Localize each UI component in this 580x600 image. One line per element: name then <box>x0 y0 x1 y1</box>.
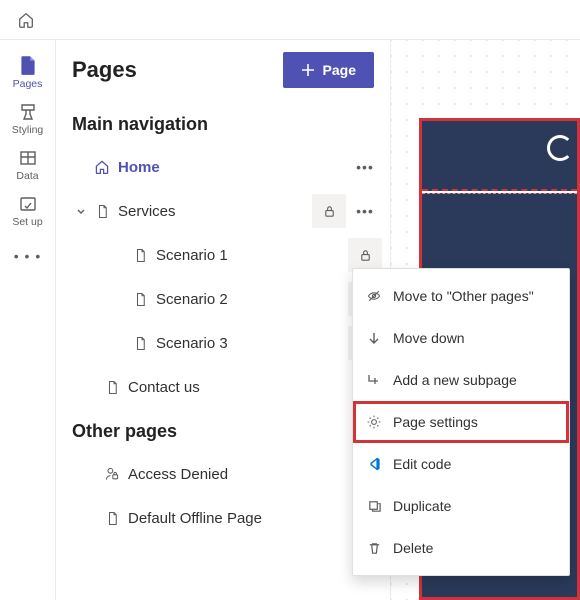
tree-item-label: Scenario 1 <box>152 247 348 264</box>
page-icon <box>90 204 114 219</box>
page-context-menu: Move to "Other pages" Move down Add a ne… <box>352 268 570 576</box>
left-rail: Pages Styling Data Set up • • • <box>0 40 56 600</box>
rail-item-label: Styling <box>12 124 44 136</box>
app-home-button[interactable] <box>12 6 40 34</box>
new-page-button-label: Page <box>323 62 356 78</box>
menu-item-label: Move to "Other pages" <box>393 288 534 304</box>
tree-item-label: Scenario 3 <box>152 335 348 352</box>
menu-item-label: Duplicate <box>393 498 451 514</box>
page-icon <box>128 248 152 263</box>
section-main-navigation: Main navigation <box>56 102 390 145</box>
menu-add-subpage[interactable]: Add a new subpage <box>353 359 569 401</box>
gear-icon <box>365 413 383 431</box>
page-icon <box>100 380 124 395</box>
setup-icon <box>18 194 38 214</box>
loading-spinner-icon <box>547 135 573 161</box>
menu-move-to-other-pages[interactable]: Move to "Other pages" <box>353 275 569 317</box>
tree-item-lock-button[interactable] <box>348 238 382 272</box>
tree-item-more-button[interactable]: ••• <box>348 150 382 184</box>
trash-icon <box>365 539 383 557</box>
tree-item-access-denied[interactable]: Access Denied <box>56 452 390 496</box>
panel-title: Pages <box>72 57 137 83</box>
page-icon <box>17 54 39 76</box>
brush-icon <box>18 102 38 122</box>
tree-item-scenario-1[interactable]: Scenario 1 <box>56 233 390 277</box>
vscode-icon <box>365 455 383 473</box>
page-icon <box>128 336 152 351</box>
home-icon <box>17 11 35 29</box>
page-icon <box>128 292 152 307</box>
tree-item-scenario-2[interactable]: Scenario 2 <box>56 277 390 321</box>
tree-item-home[interactable]: Home ••• <box>56 145 390 189</box>
tree-item-more-button[interactable]: ••• <box>348 194 382 228</box>
tree-item-label: Default Offline Page <box>124 510 390 527</box>
arrow-down-icon <box>365 329 383 347</box>
table-icon <box>18 148 38 168</box>
more-icon: ••• <box>356 159 374 175</box>
menu-delete[interactable]: Delete <box>353 527 569 569</box>
menu-move-down[interactable]: Move down <box>353 317 569 359</box>
tree-item-label: Home <box>114 159 348 176</box>
rail-item-pages[interactable]: Pages <box>0 46 56 94</box>
menu-item-label: Edit code <box>393 456 451 472</box>
lock-icon <box>323 205 336 218</box>
person-lock-icon <box>100 466 124 482</box>
plus-icon <box>301 63 315 77</box>
rail-item-setup[interactable]: Set up <box>0 186 56 232</box>
rail-item-data[interactable]: Data <box>0 140 56 186</box>
tree-item-lock-button[interactable] <box>312 194 346 228</box>
menu-page-settings[interactable]: Page settings <box>353 401 569 443</box>
section-other-pages: Other pages <box>56 409 390 452</box>
tree-item-services[interactable]: Services ••• <box>56 189 390 233</box>
rail-item-label: Data <box>16 170 38 182</box>
menu-edit-code[interactable]: Edit code <box>353 443 569 485</box>
tree-item-label: Services <box>114 203 312 220</box>
preview-header <box>422 121 577 191</box>
menu-item-label: Add a new subpage <box>393 372 517 388</box>
tree-item-label: Access Denied <box>124 466 390 483</box>
more-icon: • • • <box>14 248 41 264</box>
page-icon <box>100 511 124 526</box>
chevron-down-icon <box>72 205 90 217</box>
rail-more-button[interactable]: • • • <box>0 238 56 274</box>
home-icon <box>90 159 114 175</box>
duplicate-icon <box>365 497 383 515</box>
menu-item-label: Page settings <box>393 414 478 430</box>
lock-icon <box>359 249 372 262</box>
pages-panel: Pages Page Main navigation Home ••• <box>56 40 391 600</box>
tree-item-default-offline[interactable]: Default Offline Page <box>56 496 390 540</box>
add-subpage-icon <box>365 371 383 389</box>
tree-item-label: Scenario 2 <box>152 291 348 308</box>
rail-item-label: Set up <box>12 216 42 228</box>
new-page-button[interactable]: Page <box>283 52 374 88</box>
eye-off-icon <box>365 287 383 305</box>
menu-duplicate[interactable]: Duplicate <box>353 485 569 527</box>
menu-item-label: Move down <box>393 330 465 346</box>
menu-item-label: Delete <box>393 540 433 556</box>
tree-item-label: Contact us <box>124 379 390 396</box>
tree-item-contact-us[interactable]: Contact us <box>56 365 390 409</box>
rail-item-styling[interactable]: Styling <box>0 94 56 140</box>
tree-item-scenario-3[interactable]: Scenario 3 <box>56 321 390 365</box>
rail-item-label: Pages <box>13 78 43 90</box>
more-icon: ••• <box>356 203 374 219</box>
